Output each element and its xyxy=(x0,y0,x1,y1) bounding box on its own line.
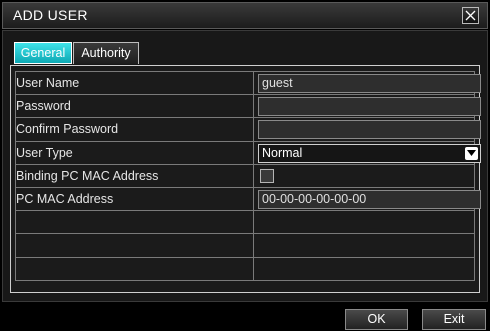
pc-mac-field[interactable]: 00-00-00-00-00-00 xyxy=(258,189,481,209)
password-label: Password xyxy=(15,94,254,119)
confirm-password-label: Confirm Password xyxy=(15,117,254,142)
dialog-content: General Authority User Name guest Passwo… xyxy=(2,30,488,302)
title-bar: ADD USER xyxy=(2,2,488,29)
password-field[interactable] xyxy=(258,97,481,117)
exit-button[interactable]: Exit xyxy=(422,309,486,330)
tab-authority[interactable]: Authority xyxy=(73,42,139,64)
binding-mac-checkbox[interactable] xyxy=(260,168,274,183)
close-button[interactable] xyxy=(462,7,479,24)
user-type-value: Normal xyxy=(262,145,303,160)
ok-button[interactable]: OK xyxy=(345,309,408,330)
table-row xyxy=(15,210,475,235)
user-name-label: User Name xyxy=(15,70,254,96)
table-row xyxy=(15,256,475,281)
table-row: Password xyxy=(15,94,481,119)
table-row xyxy=(15,233,475,258)
pc-mac-label: PC MAC Address xyxy=(15,186,254,212)
confirm-password-field[interactable] xyxy=(258,120,481,140)
general-panel: User Name guest Password Confirm Passwor… xyxy=(10,65,481,293)
table-row: PC MAC Address 00-00-00-00-00-00 xyxy=(15,186,481,212)
tab-general[interactable]: General xyxy=(14,42,72,64)
close-icon xyxy=(465,10,476,21)
user-type-label: User Type xyxy=(15,140,254,165)
table-row: Confirm Password xyxy=(15,117,481,142)
table-row: User Type Normal xyxy=(15,140,481,165)
chevron-down-icon xyxy=(467,149,476,156)
dialog-title: ADD USER xyxy=(13,7,88,23)
dropdown-arrow[interactable] xyxy=(465,146,478,160)
user-type-select[interactable]: Normal xyxy=(258,143,481,163)
user-name-field[interactable]: guest xyxy=(258,74,481,93)
settings-table: User Name guest Password Confirm Passwor… xyxy=(15,70,481,281)
binding-mac-label: Binding PC MAC Address xyxy=(15,163,254,188)
table-row: Binding PC MAC Address xyxy=(15,163,475,188)
add-user-dialog: ADD USER General Authority User Name gue… xyxy=(0,0,490,331)
table-row: User Name guest xyxy=(15,70,481,96)
